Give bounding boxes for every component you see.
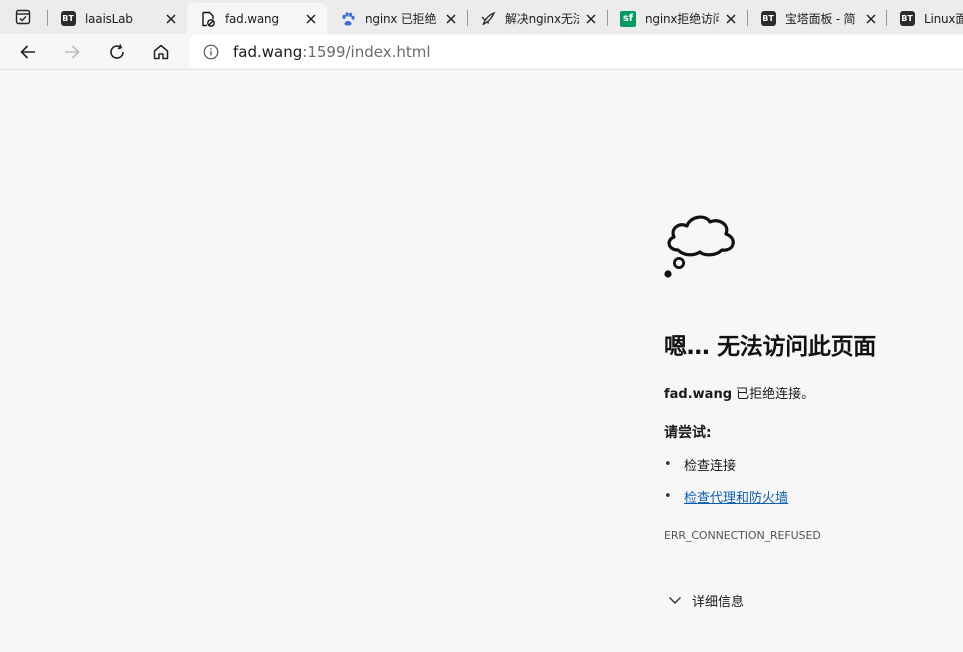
home-icon bbox=[153, 44, 169, 60]
tab-title: laaisLab bbox=[85, 11, 133, 26]
error-message: 已拒绝连接。 bbox=[732, 387, 815, 402]
suggestion-text: 检查连接 bbox=[684, 459, 737, 474]
tab-title: Linux面板 bbox=[924, 12, 963, 26]
tab-actions-button[interactable] bbox=[13, 8, 33, 26]
tab-bt-panel[interactable]: BT 宝塔面板 - 简 bbox=[747, 3, 887, 34]
details-button[interactable]: 详细信息 bbox=[664, 589, 744, 611]
bt-icon: BT bbox=[60, 11, 76, 27]
forward-button[interactable] bbox=[58, 38, 86, 66]
forward-arrow-icon bbox=[65, 45, 80, 59]
address-bar[interactable]: fad.wang:1599/index.html bbox=[189, 35, 963, 68]
home-button[interactable] bbox=[147, 38, 175, 66]
bt-icon: BT bbox=[899, 11, 915, 27]
url-host: fad.wang bbox=[233, 42, 303, 61]
close-icon[interactable] bbox=[863, 11, 879, 27]
baidu-paw-icon bbox=[340, 11, 356, 27]
tab-title: 解决nginx无法 bbox=[505, 12, 579, 26]
tab-laaislab[interactable]: BT laaisLab bbox=[47, 3, 187, 34]
try-heading: 请尝试: bbox=[664, 425, 712, 441]
sf-icon: sf bbox=[620, 10, 636, 27]
bullet: • bbox=[664, 489, 672, 504]
check-proxy-firewall-link[interactable]: 检查代理和防火墙 bbox=[684, 487, 788, 506]
bt-icon: BT bbox=[760, 11, 776, 27]
back-button[interactable] bbox=[14, 38, 42, 66]
tab-linux-panel[interactable]: BT Linux面板 bbox=[886, 3, 963, 34]
tab-fad-wang[interactable]: fad.wang bbox=[187, 3, 327, 34]
tab-strip: BT laaisLab fad.wang nginx 已拒绝 解决nginx无法… bbox=[0, 0, 963, 34]
browser-toolbar: fad.wang:1599/index.html bbox=[0, 34, 963, 70]
feather-icon bbox=[480, 11, 496, 27]
close-icon[interactable] bbox=[723, 11, 739, 27]
back-arrow-icon bbox=[20, 45, 35, 59]
tab-title: nginx 已拒绝 bbox=[365, 12, 437, 26]
details-label: 详细信息 bbox=[692, 594, 745, 610]
suggestion-check-connection: • 检查连接 bbox=[664, 455, 736, 474]
suggestion-check-proxy: • 检查代理和防火墙 bbox=[664, 487, 788, 506]
close-icon[interactable] bbox=[303, 11, 319, 27]
refresh-button[interactable] bbox=[103, 38, 131, 66]
chevron-down-icon bbox=[664, 595, 686, 605]
tab-nginx-denied[interactable]: sf nginx拒绝访问 bbox=[607, 3, 747, 34]
tab-nginx-refused[interactable]: nginx 已拒绝 bbox=[327, 3, 467, 34]
error-description: fad.wang 已拒绝连接。 bbox=[664, 383, 814, 402]
close-icon[interactable] bbox=[443, 11, 459, 27]
close-icon[interactable] bbox=[163, 11, 179, 27]
url-path: :1599/index.html bbox=[302, 42, 431, 61]
broken-page-icon bbox=[200, 11, 216, 27]
tab-title: 宝塔面板 - 简 bbox=[785, 12, 856, 26]
tab-nginx-fix[interactable]: 解决nginx无法 bbox=[467, 3, 607, 34]
tab-title: nginx拒绝访问 bbox=[645, 12, 719, 26]
tab-actions-icon bbox=[15, 9, 31, 25]
tab-title: fad.wang bbox=[225, 11, 279, 26]
error-code: ERR_CONNECTION_REFUSED bbox=[664, 529, 821, 542]
error-title: 嗯… 无法访问此页面 bbox=[664, 334, 877, 360]
error-host: fad.wang bbox=[664, 387, 733, 402]
close-icon[interactable] bbox=[583, 11, 599, 27]
refresh-icon bbox=[110, 44, 124, 59]
info-icon[interactable] bbox=[203, 44, 219, 60]
thought-bubble-icon bbox=[660, 204, 740, 280]
bullet: • bbox=[664, 457, 672, 472]
